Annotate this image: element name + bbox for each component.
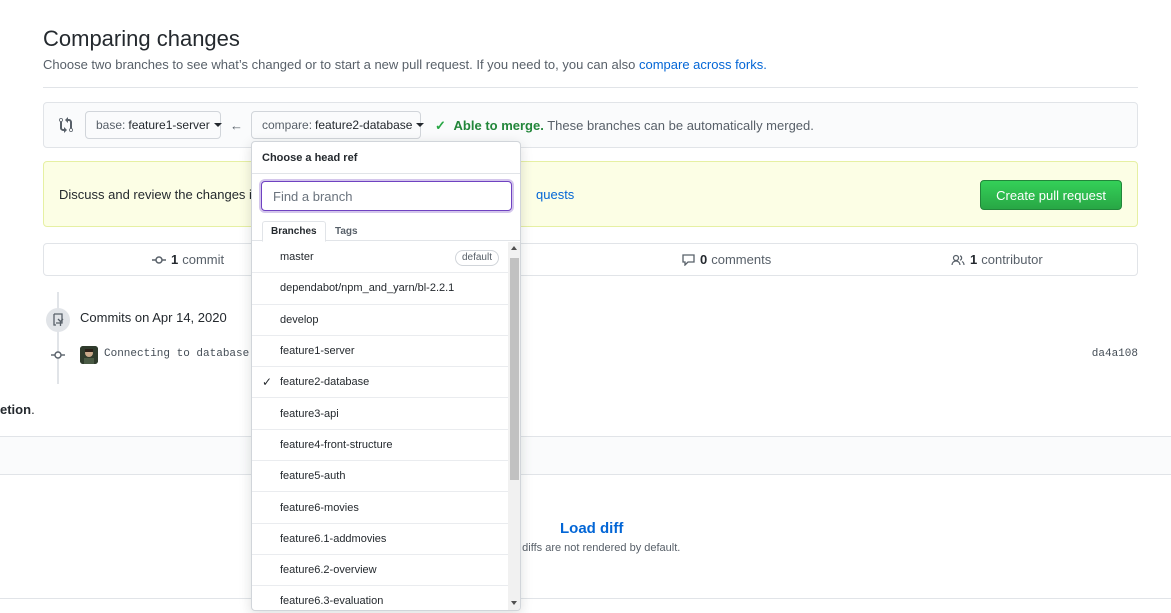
- timeline-line: [57, 292, 59, 384]
- dropdown-title: Choose a head ref: [262, 152, 358, 164]
- commit-sha-link[interactable]: da4a108: [1092, 348, 1138, 360]
- default-badge: default: [454, 250, 499, 266]
- partial-strong: etion: [0, 402, 32, 417]
- check-icon: ✓: [262, 375, 273, 390]
- base-ref: feature1-server: [128, 118, 210, 132]
- branch-name: feature2-database: [280, 376, 370, 389]
- merge-status-strong: Able to merge.: [453, 118, 544, 133]
- page-header: Comparing changes Choose two branches to…: [43, 25, 1138, 72]
- avatar[interactable]: [80, 346, 98, 364]
- comments-count: 0: [700, 252, 708, 267]
- create-pull-request-button[interactable]: Create pull request: [980, 180, 1122, 210]
- commits-group-title: Commits on Apr 14, 2020: [80, 310, 227, 325]
- partial-text: etion.: [0, 402, 35, 417]
- dropdown-divider: [252, 173, 520, 174]
- branch-item[interactable]: dependabot/npm_and_yarn/bl-2.2.1: [252, 273, 508, 305]
- branch-item[interactable]: master default: [252, 242, 508, 274]
- branch-name: feature6.3-evaluation: [280, 595, 384, 608]
- compare-ref: feature2-database: [315, 118, 413, 132]
- flash-text: Discuss and review the changes in: [59, 187, 260, 202]
- branch-filter-input[interactable]: [261, 181, 512, 211]
- base-label: base:: [96, 118, 126, 132]
- scroll-down-icon[interactable]: [511, 601, 517, 605]
- scrollbar-thumb[interactable]: [510, 258, 519, 480]
- branch-item[interactable]: develop: [252, 305, 508, 336]
- people-icon: [951, 254, 965, 265]
- pr-flash-banner: Discuss and review the changes in quests…: [43, 161, 1138, 227]
- scrollbar[interactable]: [508, 242, 520, 610]
- range-editor: base: feature1-server ← compare: feature…: [43, 102, 1138, 148]
- caret-down-icon: [416, 123, 425, 127]
- branch-item[interactable]: feature1-server: [252, 336, 508, 368]
- page-title: Comparing changes: [43, 26, 240, 51]
- commit-icon: [152, 255, 166, 264]
- branch-name: feature6.1-addmovies: [280, 532, 387, 545]
- arrow-left-icon: ←: [230, 118, 243, 133]
- branch-item[interactable]: feature6.1-addmovies: [252, 524, 508, 555]
- branch-name: feature5-auth: [280, 470, 346, 483]
- bottom-divider: [0, 598, 1171, 599]
- branch-item[interactable]: feature3-api: [252, 398, 508, 430]
- subtitle-text: Choose two branches to see what’s change…: [43, 57, 636, 72]
- compare-stats: 1 commit 0 comments 1 contributor: [43, 243, 1138, 276]
- tab-tags[interactable]: Tags: [327, 221, 366, 242]
- flash-link[interactable]: quests: [536, 187, 574, 202]
- diff-note: e diffs are not rendered by default.: [513, 542, 681, 554]
- branch-item[interactable]: ✓ feature2-database: [252, 367, 508, 399]
- contributors-stat[interactable]: 1 contributor: [951, 252, 1043, 267]
- branch-item[interactable]: feature4-front-structure: [252, 430, 508, 462]
- merge-status-text: These branches can be automatically merg…: [547, 118, 814, 133]
- head-ref-dropdown: Choose a head ref Branches Tags master de…: [251, 141, 521, 611]
- commit-message-link[interactable]: Connecting to database: [104, 348, 249, 360]
- branch-name: dependabot/npm_and_yarn/bl-2.2.1: [280, 282, 455, 295]
- compare-branch-button[interactable]: compare: feature2-database: [251, 111, 425, 139]
- caret-down-icon: [213, 123, 222, 127]
- commits-count: 1: [171, 252, 179, 267]
- base-branch-button[interactable]: base: feature1-server: [85, 111, 222, 139]
- tab-branches[interactable]: Branches: [262, 221, 326, 242]
- comment-icon: [682, 253, 695, 266]
- branch-item[interactable]: feature5-auth: [252, 461, 508, 493]
- check-icon: ✓: [435, 118, 446, 133]
- branch-name: feature4-front-structure: [280, 438, 393, 451]
- repo-push-icon: [46, 308, 70, 332]
- header-divider: [43, 87, 1138, 88]
- commit-node-icon: [51, 351, 65, 359]
- contributors-label: contributor: [981, 252, 1043, 267]
- load-diff-link[interactable]: Load diff: [560, 520, 623, 537]
- branch-name: develop: [280, 313, 319, 326]
- branch-item[interactable]: feature6.3-evaluation: [252, 586, 508, 610]
- page-subtitle: Choose two branches to see what’s change…: [43, 57, 1138, 72]
- git-compare-icon: [59, 117, 73, 133]
- file-header: [0, 436, 1171, 475]
- branch-item[interactable]: feature6.2-overview: [252, 555, 508, 587]
- merge-status: ✓ Able to merge. These branches can be a…: [435, 118, 814, 134]
- branch-name: feature3-api: [280, 407, 339, 420]
- branch-name: feature6-movies: [280, 501, 359, 514]
- comments-label: comments: [711, 252, 772, 267]
- compare-label: compare:: [262, 118, 313, 132]
- branch-name: master: [280, 251, 314, 264]
- dropdown-tabs: Branches Tags: [252, 220, 520, 242]
- contributors-count: 1: [970, 252, 978, 267]
- branch-list: master default dependabot/npm_and_yarn/bl-…: [252, 242, 508, 610]
- branch-item[interactable]: feature6-movies: [252, 492, 508, 524]
- commits-label: commit: [182, 252, 225, 267]
- scroll-up-icon[interactable]: [511, 246, 517, 250]
- branch-name: feature6.2-overview: [280, 564, 377, 577]
- comments-stat[interactable]: 0 comments: [682, 252, 771, 267]
- compare-across-forks-link[interactable]: compare across forks.: [639, 57, 767, 72]
- commits-stat[interactable]: 1 commit: [152, 252, 224, 267]
- branch-name: feature1-server: [280, 345, 355, 358]
